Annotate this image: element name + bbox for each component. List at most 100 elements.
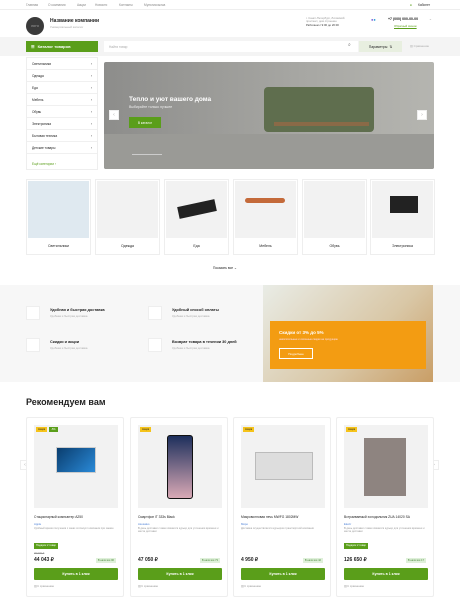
product-brand[interactable]: Миро — [241, 522, 248, 526]
promo-button[interactable]: Подробнее — [279, 348, 313, 359]
buy-button[interactable]: Купить в 1 клик — [34, 568, 118, 580]
sidebar-item[interactable]: Электроника › — [27, 118, 97, 130]
product-image[interactable] — [241, 425, 325, 508]
recommend-title: Рекомендуем вам — [26, 397, 106, 407]
product-badge: Акция — [140, 427, 152, 432]
buy-button[interactable]: Купить в 1 клик — [241, 568, 325, 580]
category-tile[interactable]: Еда — [164, 179, 229, 255]
sidebar-more-link[interactable]: Ещё категории › — [27, 158, 97, 170]
phone[interactable]: +7 (000) 000-00-00 — [388, 17, 418, 21]
account-link[interactable]: Кабинет — [418, 3, 430, 7]
logo[interactable]: ЛОГО — [26, 17, 44, 35]
compare-link[interactable]: ▥ Сравнение — [410, 44, 429, 48]
user-icon[interactable]: ● — [410, 3, 412, 7]
feature-sub: Удобная и быстрая доставка — [172, 314, 210, 318]
product-image[interactable] — [138, 425, 222, 508]
hero-prev-arrow[interactable]: ‹ — [109, 110, 119, 120]
card-icon — [148, 306, 162, 320]
product-brand[interactable]: Asusatus — [138, 522, 150, 526]
box-icon — [26, 306, 40, 320]
company-name: Название компании — [50, 18, 100, 24]
sidebar-item[interactable]: Еда › — [27, 82, 97, 94]
product-desc: Удобный время получения с заказ согласуе… — [34, 527, 114, 530]
product-price: 47 050 ₽ — [138, 557, 158, 563]
hero-next-arrow[interactable]: › — [417, 110, 427, 120]
nav-sales[interactable]: Акции — [77, 3, 86, 7]
sidebar-item[interactable]: Светильники › — [27, 58, 97, 70]
product-card[interactable]: Акция Микроволновая печь MWFG 1802MW Миро… — [233, 417, 331, 597]
category-tile[interactable]: Электроника — [370, 179, 435, 255]
product-card[interactable]: Акция Встраиваемый холодильник ZUA 14020 … — [336, 417, 434, 597]
nav-news[interactable]: Новости — [95, 3, 107, 7]
hero-button[interactable]: В каталог — [129, 117, 161, 128]
product-image[interactable] — [34, 425, 118, 508]
feature-title: Удобная и быстрая доставка — [50, 308, 105, 312]
product-card[interactable]: Акция Смартфон iT 333s Black Asusatus В д… — [130, 417, 228, 597]
address: г. Санкт-Петербург, Лиговский проспект, д… — [306, 16, 345, 27]
nav-about[interactable]: О компании — [48, 3, 66, 7]
buy-button[interactable]: Купить в 1 клик — [344, 568, 428, 580]
sidebar-item[interactable]: Мебель › — [27, 94, 97, 106]
product-brand[interactable]: Apple — [34, 522, 41, 526]
sofa-frame — [274, 122, 369, 126]
hero-subtitle: Выбирайте только лучшее — [129, 105, 173, 109]
promo-banner[interactable]: Скидки от 3% до 5% накопительные и сезон… — [263, 285, 433, 382]
chevron-down-icon[interactable]: ⌄ — [429, 17, 432, 21]
product-name[interactable]: Стационарный компьютер A250 — [34, 515, 83, 519]
compare-button[interactable]: ▥ К сравнению — [241, 584, 261, 588]
feature-title: Удобный способ оплаты — [172, 308, 219, 312]
compare-button[interactable]: ▥ К сравнению — [344, 584, 364, 588]
product-image[interactable] — [344, 425, 428, 508]
nav-multilink[interactable]: Мультиссылка — [144, 3, 165, 7]
params-button[interactable]: Параметры ⇅ — [359, 41, 402, 52]
category-tile[interactable]: Светильники — [26, 179, 91, 255]
nav-home[interactable]: Главная — [26, 3, 38, 7]
product-desc: В день доставки с вами свяжется курьер д… — [344, 527, 425, 534]
old-price: 45 000 ₽ — [34, 552, 45, 555]
product-brand[interactable]: Electr — [344, 522, 351, 526]
sidebar-item[interactable]: Обувь › — [27, 106, 97, 118]
catalog-button[interactable]: ☰ Каталог товаров — [26, 41, 98, 52]
product-card[interactable]: Акция -5% Стационарный компьютер A250 Appl… — [26, 417, 124, 597]
company-tagline: Универсальный каталог — [50, 25, 84, 29]
product-price: 126 650 ₽ — [344, 557, 367, 563]
floor — [104, 134, 434, 169]
product-name[interactable]: Смартфон iT 333s Black — [138, 515, 175, 519]
product-badge: Акция — [243, 427, 255, 432]
stock-badge: В наличии 42 — [302, 558, 323, 563]
category-tile[interactable]: Мебель — [233, 179, 298, 255]
feature-title: Возврат товара в течении 30 дней — [172, 340, 237, 344]
show-all-button[interactable]: Показать все ⌄ — [213, 266, 237, 270]
search-icon[interactable]: ⌕ — [348, 42, 351, 48]
feature-sub: Удобная и быстрая доставка — [50, 314, 88, 318]
product-badge: -5% — [49, 427, 58, 432]
top-nav: Главная О компании Акции Новости Контакт… — [0, 0, 460, 10]
discount-icon — [26, 338, 40, 352]
nav-contacts[interactable]: Контакты — [119, 3, 133, 7]
hero-banner[interactable]: Тепло и уют вашего дома Выбирайте только… — [104, 62, 434, 169]
product-price: 4 950 ₽ — [241, 557, 259, 563]
category-tile[interactable]: Одежда — [95, 179, 160, 255]
compare-button[interactable]: ▥ К сравнению — [138, 584, 158, 588]
sidebar-item[interactable]: Детские товары › — [27, 142, 97, 154]
gift-badge: Подарок 2 товар — [344, 543, 368, 549]
search-input[interactable]: Найти товар — [104, 41, 358, 52]
callback-link[interactable]: Обратный звонок — [394, 24, 417, 28]
category-tile[interactable]: Обувь — [302, 179, 367, 255]
sidebar-item[interactable]: Бытовая техника › — [27, 130, 97, 142]
product-badge: Акция — [36, 427, 48, 432]
sidebar-item[interactable]: Одежда › — [27, 70, 97, 82]
menu-icon: ☰ — [31, 44, 35, 49]
stock-badge: В наличии 96 — [95, 558, 116, 563]
sidebar-menu: Светильники › Одежда › Еда › Мебель › Обувь ›… — [26, 57, 98, 170]
compare-button[interactable]: ▥ К сравнению — [34, 584, 54, 588]
product-name[interactable]: Встраиваемый холодильник ZUA 14020 SA — [344, 515, 410, 519]
promo-box: Скидки от 3% до 5% накопительные и сезон… — [270, 321, 426, 369]
hero-dots[interactable] — [132, 154, 162, 155]
buy-button[interactable]: Купить в 1 клик — [138, 568, 222, 580]
messenger-icons[interactable]: ●● — [371, 17, 376, 22]
promo-sub: накопительные и сезонные скидки на проду… — [279, 338, 338, 341]
product-name[interactable]: Микроволновая печь MWFG 1802MW — [241, 515, 298, 519]
feature-sub: Удобная и быстрая доставка — [172, 346, 210, 350]
product-desc: Доставка осуществляется курьером транспо… — [241, 527, 314, 530]
